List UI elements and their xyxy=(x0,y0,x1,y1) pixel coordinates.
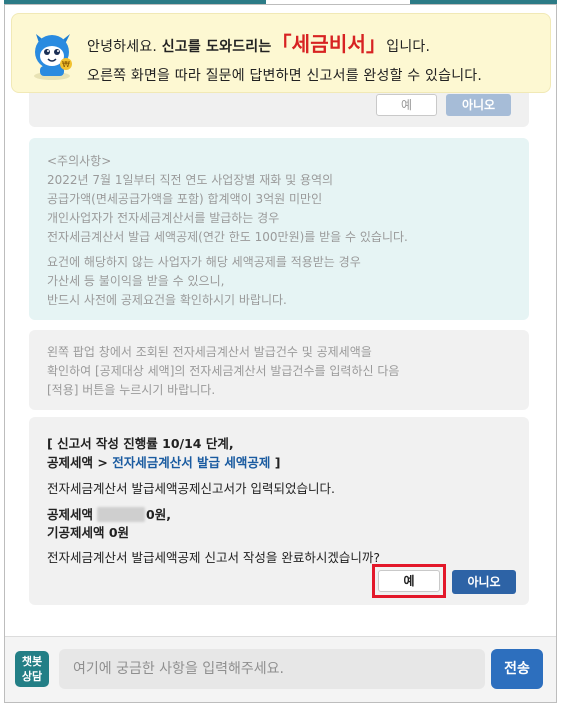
breadcrumb-prefix: 공제세액 > xyxy=(47,455,113,470)
progress-step: [ 신고서 작성 진행률 10/14 단계, xyxy=(47,436,234,451)
bracket-close: 」 xyxy=(366,32,387,56)
mascot-icon: ₩ xyxy=(34,34,72,80)
notice-line: 요건에 해당하지 않는 사업자가 해당 세액공제를 적용받는 경우 xyxy=(47,255,361,269)
brand-name: 세금비서 xyxy=(291,32,367,56)
bracket-open: 「 xyxy=(271,32,292,56)
guide-line: [적용] 버튼을 누르시기 바랍니다. xyxy=(47,383,216,397)
greeting-text: 안녕하세요. xyxy=(87,39,158,55)
breadcrumb: 공제세액 > 전자세금계산서 발급 세액공제 ] xyxy=(47,452,280,471)
notice-line: 개인사업자가 전자세금계산서를 발급하는 경우 xyxy=(47,211,280,225)
intro-suffix: 입니다. xyxy=(386,39,431,55)
intro-text: 신고를 도와드리는 xyxy=(161,39,272,55)
deduction-label: 공제세액 xyxy=(47,507,94,522)
scrollbar[interactable] xyxy=(550,5,556,635)
yes-button[interactable]: 예 xyxy=(378,570,440,592)
no-button[interactable]: 아니오 xyxy=(452,570,516,594)
breadcrumb-current: 전자세금계산서 발급 세액공제 xyxy=(112,455,271,470)
notice-line: 공급가액(면세공급가액을 포함) 합계액이 3억원 미만인 xyxy=(47,192,323,206)
previous-no-button[interactable]: 아니오 xyxy=(446,94,511,116)
chat-message-area[interactable]: 예 아니오 ₩ 안녕하세요. 신고를 도와드리는「세금비서」입니다. 오른쪽 화… xyxy=(5,5,556,635)
notice-title: <주의사항> xyxy=(47,154,112,168)
deduction-suffix: 0원, xyxy=(146,507,171,522)
chat-input-bar: 챗봇 상담 전송 xyxy=(5,636,556,702)
confirm-question: 전자세금계산서 발급세액공제 신고서 작성을 완료하시겠습니까? xyxy=(47,550,381,565)
prior-deduction-amount: 기공제세액 0원 xyxy=(47,525,130,540)
chatbot-consult-button[interactable]: 챗봇 상담 xyxy=(15,651,49,687)
previous-yes-button[interactable]: 예 xyxy=(376,94,437,116)
guide-line: 확인하여 [공제대상 세액]의 전자세금계산서 발급건수를 입력하신 다음 xyxy=(47,364,400,378)
send-button[interactable]: 전송 xyxy=(491,649,543,689)
notice-line: 반드시 사전에 공제요건을 확인하시기 바랍니다. xyxy=(47,293,287,307)
breadcrumb-suffix: ] xyxy=(270,455,281,470)
greeting-banner: ₩ 안녕하세요. 신고를 도와드리는「세금비서」입니다. 오른쪽 화면을 따라 … xyxy=(11,13,551,93)
notice-line: 2022년 7월 1일부터 직전 연도 사업장별 재화 및 용역의 xyxy=(47,173,334,187)
notice-line: 가산세 등 불이익을 받을 수 있으니, xyxy=(47,274,225,288)
deduction-amount: 공제세액 0원, xyxy=(47,504,171,523)
badge-line-2: 상담 xyxy=(21,670,43,683)
notice-card: <주의사항> 2022년 7월 1일부터 직전 연도 사업장별 재화 및 용역의… xyxy=(29,138,529,320)
input-complete-text: 전자세금계산서 발급세액공제신고서가 입력되었습니다. xyxy=(47,481,335,496)
banner-line-1: 안녕하세요. 신고를 도와드리는「세금비서」입니다. xyxy=(87,28,430,57)
badge-line-1: 챗봇 xyxy=(21,655,43,668)
banner-line-2: 오른쪽 화면을 따라 질문에 답변하면 신고서를 완성할 수 있습니다. xyxy=(87,68,483,84)
chat-input[interactable] xyxy=(59,649,485,689)
guide-card: 왼쪽 팝업 창에서 조회된 전자세금계산서 발급건수 및 공제세액을 확인하여 … xyxy=(29,330,529,410)
svg-text:₩: ₩ xyxy=(62,60,70,69)
guide-line: 왼쪽 팝업 창에서 조회된 전자세금계산서 발급건수 및 공제세액을 xyxy=(47,345,372,359)
redacted-amount xyxy=(97,507,146,522)
notice-line: 전자세금계산서 발급 세액공제(연간 한도 100만원)를 받을 수 있습니다. xyxy=(47,230,408,244)
